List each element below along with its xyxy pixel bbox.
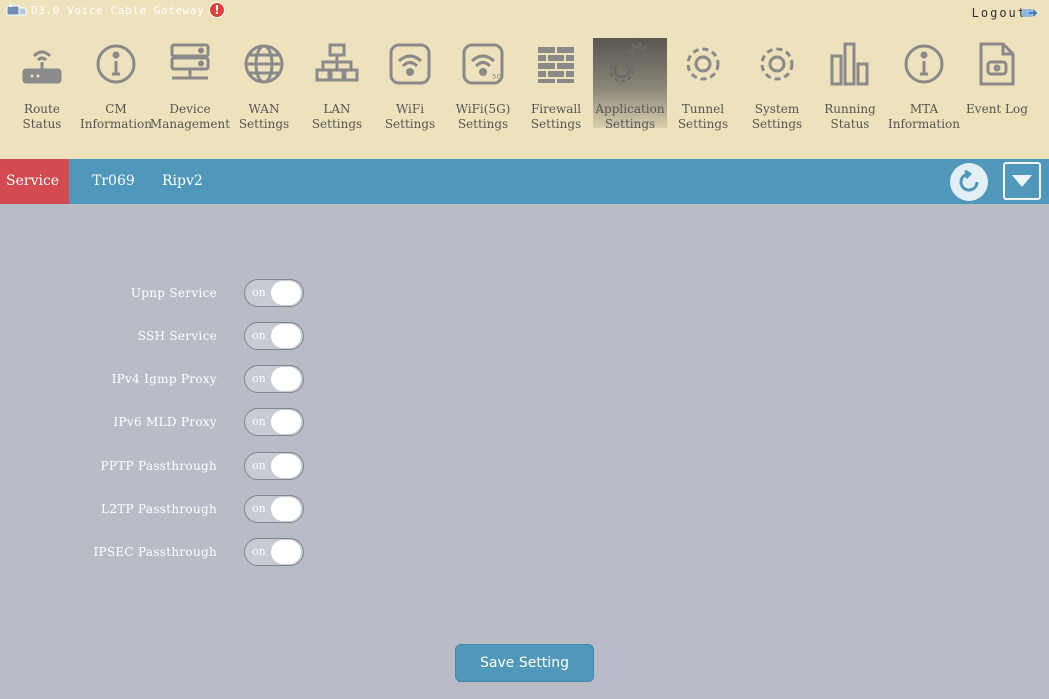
gateway-logo-icon [6,3,28,17]
nav-item-device-management[interactable]: Device Management [150,38,230,134]
gear-icon [760,47,794,81]
refresh-icon [959,169,979,192]
router-icon [22,50,62,84]
toggle-knob [271,497,301,521]
toggle-knob [271,454,301,478]
ipsec-passthrough-toggle[interactable]: on [244,538,304,566]
l2tp-passthrough-toggle[interactable]: on [244,495,304,523]
triangle-down-icon [1012,175,1032,187]
nav-item-firewall-settings[interactable]: Firewall Settings [519,38,593,134]
nav-icon-box: Route Status [5,38,79,131]
toggle-state: on [252,286,266,299]
tab-ripv2[interactable]: Ripv2 [162,159,203,204]
toggle-state: on [252,329,266,342]
nav-item-tunnel-settings[interactable]: Tunnel Settings [666,38,740,134]
wifi-icon [389,43,431,85]
bar-chart-icon [830,42,869,86]
header: D3.0 Voice Cable Gateway ! Logout Route … [0,0,1049,159]
toggle-state: on [252,372,266,385]
ssh-service-toggle[interactable]: on [244,322,304,350]
globe-icon [244,44,284,84]
nav-icon-box: Firewall Settings [519,38,593,131]
ipv4-igmp-proxy-toggle[interactable]: on [244,365,304,393]
tab-tr069[interactable]: Tr069 [92,159,135,204]
nav-item-cm-information[interactable]: CM Information [79,38,153,134]
toggle-knob [271,367,301,391]
app-title: D3.0 Voice Cable Gateway ! [6,1,226,19]
toggle-knob [271,324,301,348]
nav-icon-box: Running Status [813,38,887,131]
nav-icon-box: Device Management [150,38,230,131]
gear-icon [686,47,720,81]
info-circle-icon [904,44,944,84]
toggle-knob [271,281,301,305]
setting-label: L2TP Passthrough [101,502,217,516]
setting-row-pptp: PPTP Passthrough on [0,451,320,481]
nav-item-running-status[interactable]: Running Status [813,38,887,134]
toggle-knob [271,410,301,434]
nav-item-route-status[interactable]: Route Status [5,38,79,134]
brick-wall-icon [538,47,574,83]
ipv6-mld-proxy-toggle[interactable]: on [244,408,304,436]
tab-service[interactable]: Service [0,159,70,204]
app-title-text: D3.0 Voice Cable Gateway [31,3,205,17]
setting-label: PPTP Passthrough [100,459,217,473]
toggle-state: on [252,459,266,472]
setting-row-ipv4-igmp: IPv4 Igmp Proxy on [0,364,320,394]
nav-icon-box: CM Information [79,38,153,131]
setting-label: IPSEC Passthrough [93,545,217,559]
save-setting-button[interactable]: Save Setting [455,644,594,682]
setting-row-ssh: SSH Service on [0,321,320,351]
server-icon [170,43,210,80]
nav-item-mta-information[interactable]: MTA Information [887,38,961,134]
toggle-state: on [252,415,266,428]
gears-icon [609,42,649,83]
nav-item-event-log[interactable]: Event Log [960,38,1034,134]
refresh-button[interactable] [950,163,988,201]
dropdown-button[interactable] [1003,162,1041,200]
setting-label: IPv6 MLD Proxy [113,415,217,429]
setting-label: SSH Service [137,329,217,343]
wifi-5g-icon: 5G [462,43,504,85]
setting-row-l2tp: L2TP Passthrough on [0,494,320,524]
logout-arrow-icon [1022,9,1037,17]
nav-icon-box: Event Log [960,38,1034,128]
setting-label: Upnp Service [130,286,217,300]
setting-row-ipv6-mld: IPv6 MLD Proxy on [0,407,320,437]
nav-label: Event Log [966,102,1028,116]
toggle-knob [271,540,301,564]
log-file-icon [979,42,1015,86]
sub-tab-bar: Service Tr069 Ripv2 [0,159,1049,204]
logout-label: Logout [971,6,1027,20]
nav-icon-box: Tunnel Settings [666,38,740,131]
info-circle-icon [96,44,136,84]
pptp-passthrough-toggle[interactable]: on [244,452,304,480]
svg-text:5G: 5G [492,73,502,81]
setting-row-upnp: Upnp Service on [0,278,320,308]
upnp-service-toggle[interactable]: on [244,279,304,307]
toggle-state: on [252,545,266,558]
logout-button[interactable]: Logout [972,6,1037,20]
warning-icon[interactable]: ! [209,2,226,18]
setting-label: IPv4 Igmp Proxy [111,372,217,386]
network-tree-icon [315,43,359,82]
main-nav: Route Status CM Information Device Manag… [0,38,1049,138]
toggle-state: on [252,502,266,515]
setting-row-ipsec: IPSEC Passthrough on [0,537,320,567]
